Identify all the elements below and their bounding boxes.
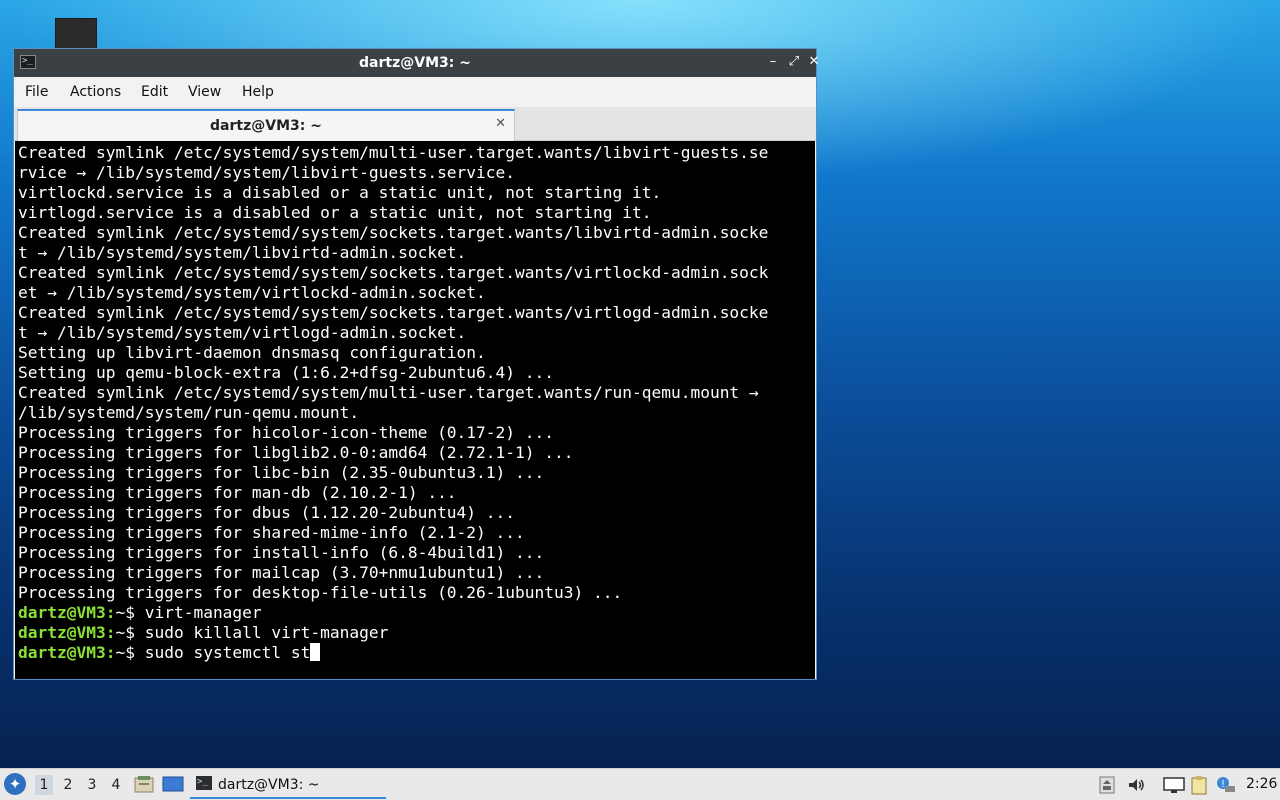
command-text: virt-manager (144, 603, 262, 622)
taskbar: ✦ 1 2 3 4 >_ dartz@VM3: ~ ! 2:26 (0, 768, 1280, 800)
menu-help[interactable]: Help (242, 84, 274, 100)
prompt-dir: ~$ (115, 623, 145, 642)
terminal-icon: >_ (196, 776, 212, 790)
terminal-output-line: Setting up libvirt-daemon dnsmasq config… (18, 343, 486, 362)
terminal-output-line: t → /lib/systemd/system/libvirtd-admin.s… (18, 243, 467, 262)
terminal-output-line: Processing triggers for hicolor-icon-the… (18, 423, 555, 442)
tab-terminal[interactable]: dartz@VM3: ~ ✕ (17, 109, 515, 141)
file-manager-icon[interactable] (134, 775, 154, 793)
terminal-output-line: Created symlink /etc/systemd/system/sock… (18, 223, 769, 242)
terminal-output-line: Created symlink /etc/systemd/system/mult… (18, 383, 759, 402)
terminal-output-line: Processing triggers for install-info (6.… (18, 543, 545, 562)
menu-actions[interactable]: Actions (70, 84, 121, 100)
tab-bar: dartz@VM3: ~ ✕ (14, 107, 816, 141)
terminal-output-line: Processing triggers for man-db (2.10.2-1… (18, 483, 457, 502)
prompt-dir: ~$ (115, 643, 145, 662)
workspace-1[interactable]: 1 (35, 775, 53, 795)
text-cursor (310, 643, 321, 661)
prompt-dir: ~$ (115, 603, 145, 622)
volume-icon[interactable] (1126, 775, 1146, 795)
command-text: sudo killall virt-manager (144, 623, 389, 642)
command-input[interactable]: sudo systemctl st (145, 643, 311, 662)
notification-icon[interactable]: ! (1215, 775, 1235, 795)
tab-title: dartz@VM3: ~ (210, 118, 322, 134)
screen-icon[interactable] (1163, 775, 1185, 795)
workspace-4[interactable]: 4 (107, 775, 125, 795)
terminal-output-line: Created symlink /etc/systemd/system/sock… (18, 263, 769, 282)
terminal-output-line: t → /lib/systemd/system/virtlogd-admin.s… (18, 323, 467, 342)
terminal-output-line: virtlogd.service is a disabled or a stat… (18, 203, 652, 222)
clock: 2:26 (1246, 776, 1278, 792)
desktop-shortcut-icon[interactable] (55, 18, 97, 50)
taskbar-terminal-button[interactable]: >_ dartz@VM3: ~ (190, 771, 386, 799)
terminal-output-line: Processing triggers for shared-mime-info… (18, 523, 525, 542)
minimize-button[interactable]: – (765, 54, 781, 70)
menu-edit[interactable]: Edit (141, 84, 168, 100)
keyboard-icon[interactable] (1098, 775, 1118, 795)
terminal-output-line: Processing triggers for libc-bin (2.35-0… (18, 463, 545, 482)
prompt-user: dartz@VM3: (18, 623, 116, 642)
prompt-line: dartz@VM3:~$ sudo systemctl st (18, 643, 815, 663)
terminal-output-line: Created symlink /etc/systemd/system/mult… (18, 143, 769, 162)
tab-close-icon[interactable]: ✕ (495, 116, 506, 131)
prompt-user: dartz@VM3: (18, 643, 116, 662)
terminal-output-line: Processing triggers for desktop-file-uti… (18, 583, 623, 602)
terminal-output-line: Processing triggers for mailcap (3.70+nm… (18, 563, 545, 582)
workspace-3[interactable]: 3 (83, 775, 101, 795)
prompt-line: dartz@VM3:~$ sudo killall virt-manager (18, 623, 815, 643)
maximize-button[interactable]: ⤢ (786, 54, 802, 70)
window-titlebar[interactable]: >_ dartz@VM3: ~ – ⤢ ✕ (14, 49, 819, 77)
clipboard-icon[interactable] (1189, 775, 1209, 795)
prompt-line: dartz@VM3:~$ virt-manager (18, 603, 815, 623)
terminal-output-line: Processing triggers for dbus (1.12.20-2u… (18, 503, 516, 522)
terminal-window: >_ dartz@VM3: ~ – ⤢ ✕ File Actions Edit … (13, 48, 819, 680)
app-menu-icon[interactable]: ✦ (4, 773, 26, 795)
terminal-output-line: Processing triggers for libglib2.0-0:amd… (18, 443, 574, 462)
terminal-output-line: rvice → /lib/systemd/system/libvirt-gues… (18, 163, 516, 182)
menu-view[interactable]: View (188, 84, 221, 100)
desktop-icon[interactable] (162, 775, 184, 793)
task-label: dartz@VM3: ~ (218, 777, 320, 793)
terminal-output-line: Setting up qemu-block-extra (1:6.2+dfsg-… (18, 363, 555, 382)
window-title: dartz@VM3: ~ (359, 55, 471, 71)
terminal-output-line: et → /lib/systemd/system/virtlockd-admin… (18, 283, 486, 302)
terminal-output-line: /lib/systemd/system/run-qemu.mount. (18, 403, 360, 422)
menu-file[interactable]: File (25, 84, 48, 100)
close-button[interactable]: ✕ (806, 54, 822, 70)
prompt-user: dartz@VM3: (18, 603, 116, 622)
svg-text:!: ! (1221, 779, 1225, 790)
terminal-output-line: Created symlink /etc/systemd/system/sock… (18, 303, 769, 322)
menu-bar: File Actions Edit View Help (14, 77, 816, 107)
workspace-2[interactable]: 2 (59, 775, 77, 795)
terminal-output-line: virtlockd.service is a disabled or a sta… (18, 183, 662, 202)
terminal-output[interactable]: Created symlink /etc/systemd/system/mult… (15, 141, 815, 679)
